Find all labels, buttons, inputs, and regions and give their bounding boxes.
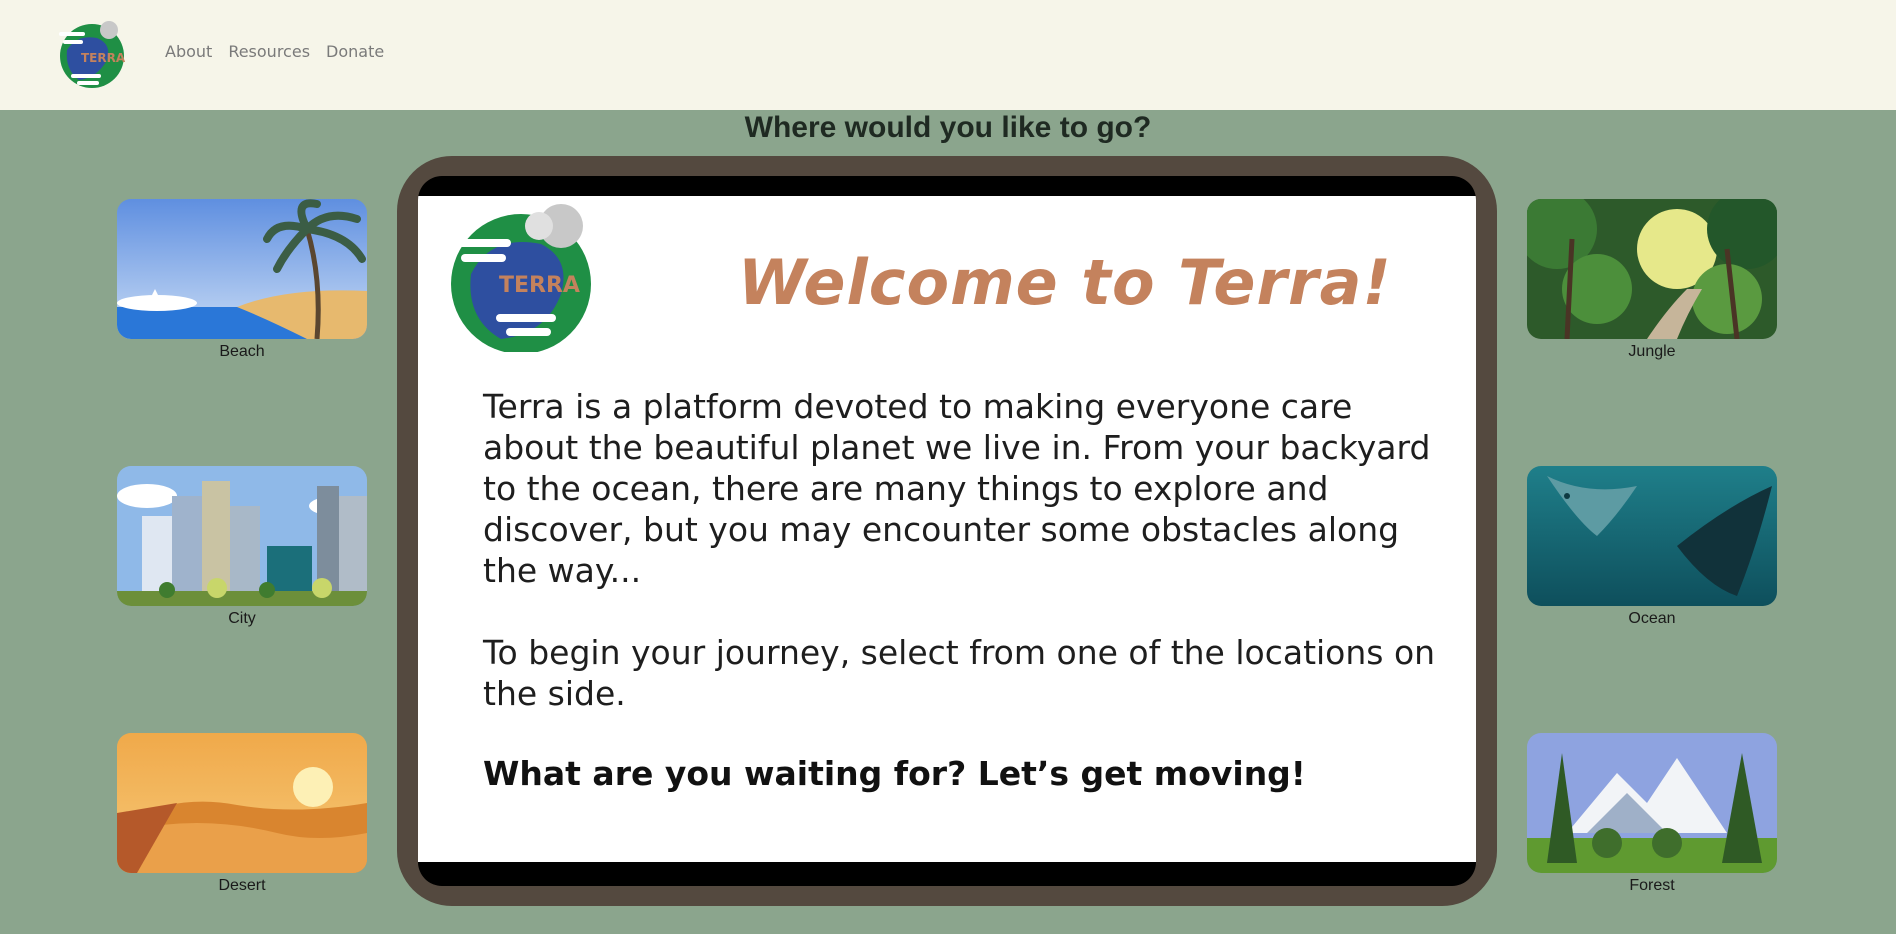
forest-image[interactable]	[1527, 733, 1777, 873]
page-heading: Where would you like to go?	[744, 111, 1152, 144]
location-label: Ocean	[1628, 610, 1676, 627]
svg-text:TERRA: TERRA	[499, 273, 580, 298]
terra-logo-large: TERRA	[451, 204, 599, 354]
ocean-image[interactable]	[1527, 466, 1777, 606]
beach-image[interactable]	[117, 199, 367, 339]
instruction-paragraph: To begin your journey, select from one o…	[483, 633, 1436, 713]
nav-link-donate[interactable]: Donate	[326, 42, 384, 61]
location-card-beach[interactable]: Beach	[117, 199, 367, 361]
location-label: Jungle	[1628, 343, 1676, 360]
svg-text:TERRA: TERRA	[81, 51, 126, 65]
location-label: Forest	[1629, 877, 1675, 894]
tablet-frame: TERRA Welcome to Terra! Terra is a platf…	[397, 156, 1497, 906]
nav-link-resources[interactable]: Resources	[228, 42, 310, 61]
nav-links: About Resources Donate	[165, 42, 384, 61]
city-image[interactable]	[117, 466, 367, 606]
location-card-jungle[interactable]: Jungle	[1527, 199, 1777, 361]
location-card-forest[interactable]: Forest	[1527, 733, 1777, 895]
location-card-ocean[interactable]: Ocean	[1527, 466, 1777, 628]
intro-paragraph: Terra is a platform devoted to making ev…	[483, 387, 1431, 590]
location-label: Beach	[219, 343, 265, 360]
location-card-city[interactable]: City	[117, 466, 367, 628]
location-card-desert[interactable]: Desert	[117, 733, 367, 895]
tablet-screen: TERRA Welcome to Terra! Terra is a platf…	[418, 176, 1476, 886]
jungle-image[interactable]	[1527, 199, 1777, 339]
welcome-title: Welcome to Terra!	[738, 246, 1392, 319]
location-label: Desert	[218, 877, 266, 894]
welcome-panel: TERRA Welcome to Terra! Terra is a platf…	[418, 196, 1476, 862]
navbar: TERRA About Resources Donate	[0, 0, 1896, 110]
nav-link-about[interactable]: About	[165, 42, 212, 61]
desert-image[interactable]	[117, 733, 367, 873]
location-label: City	[228, 610, 256, 627]
call-to-action: What are you waiting for? Let’s get movi…	[483, 754, 1306, 793]
terra-logo[interactable]: TERRA	[57, 20, 127, 90]
